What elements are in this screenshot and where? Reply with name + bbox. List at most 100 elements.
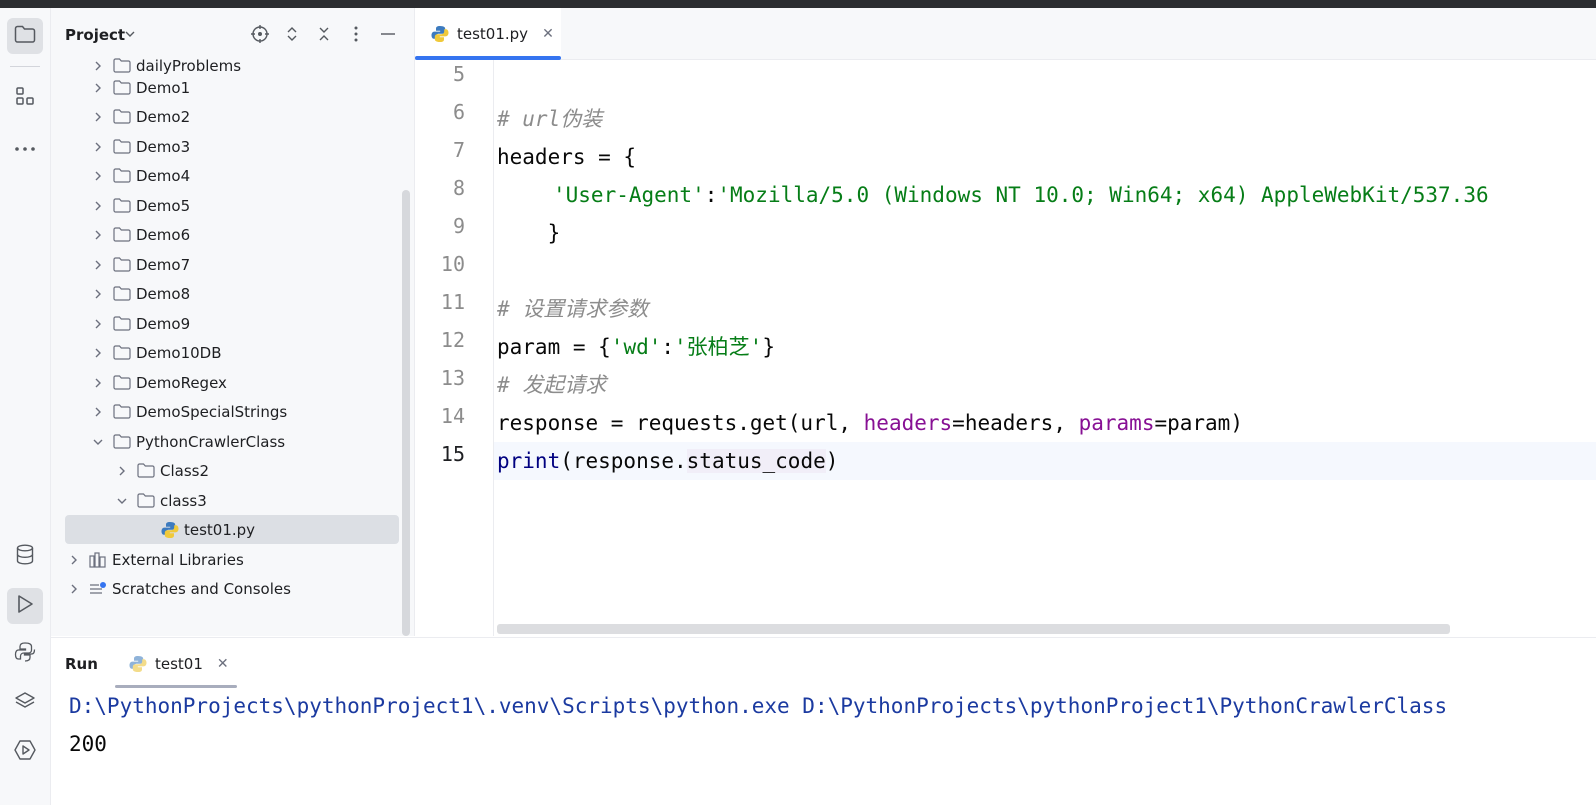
code-text: }	[497, 221, 561, 245]
project-scrollbar[interactable]	[402, 190, 410, 636]
code-line-13: # 发起请求	[497, 366, 606, 404]
tree-item-demo4[interactable]: Demo4	[51, 161, 414, 190]
structure-tool-button[interactable]	[7, 80, 43, 116]
folder-icon	[113, 58, 131, 74]
tree-item-demo6[interactable]: Demo6	[51, 220, 414, 249]
chevron-right-icon[interactable]	[91, 346, 105, 360]
options-icon[interactable]	[346, 24, 366, 44]
line-number: 15	[440, 442, 465, 466]
chevron-down-icon[interactable]	[91, 435, 105, 449]
close-icon[interactable]: ✕	[217, 656, 229, 672]
chevron-down-icon[interactable]	[115, 494, 129, 508]
database-tool-button[interactable]	[7, 539, 43, 575]
tree-item-demospecialstrings[interactable]: DemoSpecialStrings	[51, 397, 414, 426]
chevron-right-icon[interactable]	[67, 582, 81, 596]
run-panel: Run test01 ✕ D:\PythonProjects\pythonPro…	[51, 637, 1596, 806]
code-text: )	[825, 449, 839, 473]
editor-tab-test01-py[interactable]: test01.py ✕	[415, 8, 561, 60]
tree-item-label: External Libraries	[112, 550, 244, 569]
expand-all-icon[interactable]	[282, 24, 302, 44]
chevron-right-icon[interactable]	[91, 81, 105, 95]
chevron-right-icon[interactable]	[91, 110, 105, 124]
line-number: 10	[440, 252, 465, 276]
tree-item-scratches-and-consoles[interactable]: Scratches and Consoles	[51, 574, 414, 603]
chevron-right-icon[interactable]	[91, 376, 105, 390]
scratches-icon	[89, 581, 107, 597]
database-icon	[15, 544, 35, 570]
tree-item-external-libraries[interactable]: External Libraries	[51, 545, 414, 574]
folder-icon	[113, 434, 131, 450]
layers-tool-button[interactable]	[7, 685, 43, 721]
tree-item-demo9[interactable]: Demo9	[51, 309, 414, 338]
tree-item-class2[interactable]: Class2	[51, 456, 414, 485]
tree-item-label: PythonCrawlerClass	[136, 432, 286, 451]
chevron-right-icon[interactable]	[91, 199, 105, 213]
folder-icon	[113, 109, 131, 125]
editor-horizontal-scrollbar[interactable]	[497, 624, 1450, 634]
code-text: response = requests.get(url,	[497, 411, 864, 435]
tree-item-label: DemoRegex	[136, 373, 227, 392]
chevron-right-icon[interactable]	[115, 464, 129, 478]
chevron-right-icon[interactable]	[91, 287, 105, 301]
python-file-icon	[431, 25, 449, 43]
chevron-right-icon[interactable]	[91, 258, 105, 272]
folder-icon	[113, 345, 131, 361]
code-string: 'wd'	[610, 335, 662, 359]
code-comment: # 发起请求	[497, 373, 607, 397]
code-text: param = {	[497, 335, 611, 359]
tree-item-demo3[interactable]: Demo3	[51, 132, 414, 161]
locate-icon[interactable]	[250, 24, 270, 44]
tree-item-class3[interactable]: class3	[51, 486, 414, 515]
chevron-right-icon[interactable]	[91, 59, 105, 73]
tree-item-label: dailyProblems	[136, 56, 242, 75]
tree-item-demo2[interactable]: Demo2	[51, 102, 414, 131]
code-editor[interactable]: # url伪装 headers = { 'User-Agent':'Mozill…	[494, 60, 1596, 636]
run-tab-test01[interactable]: test01 ✕	[115, 638, 237, 689]
more-tools-button[interactable]	[7, 128, 43, 164]
tree-item-pythoncrawlerclass[interactable]: PythonCrawlerClass	[51, 427, 414, 456]
tree-item-label: Demo7	[136, 255, 191, 274]
tree-item-label: Demo5	[136, 196, 191, 215]
folder-icon	[113, 227, 131, 243]
tree-item-test01-py[interactable]: test01.py	[65, 515, 399, 544]
python-file-icon	[161, 521, 179, 538]
chevron-right-icon[interactable]	[91, 140, 105, 154]
code-text: }	[762, 335, 775, 359]
code-string: '张柏芝'	[674, 335, 763, 359]
console-output[interactable]: D:\PythonProjects\pythonProject1\.venv\S…	[69, 690, 1596, 806]
run-panel-title: Run	[65, 655, 98, 673]
line-number: 9	[452, 214, 465, 238]
chevron-right-icon[interactable]	[67, 553, 81, 567]
project-tool-button[interactable]	[7, 18, 43, 54]
code-comment: # url伪装	[497, 107, 603, 131]
tree-item-demo1[interactable]: Demo1	[51, 73, 414, 102]
chevron-right-icon[interactable]	[91, 405, 105, 419]
run-tool-button[interactable]	[7, 588, 43, 624]
console-result-line: 200	[69, 732, 107, 756]
hide-icon[interactable]	[378, 24, 398, 44]
tree-item-demoregex[interactable]: DemoRegex	[51, 368, 414, 397]
collapse-all-icon[interactable]	[314, 24, 334, 44]
more-icon	[14, 137, 36, 156]
chevron-right-icon[interactable]	[91, 169, 105, 183]
line-number: 5	[452, 62, 465, 86]
python-file-icon	[129, 655, 147, 673]
code-line-12: param = {'wd':'张柏芝'}	[497, 328, 775, 366]
editor-tab-label: test01.py	[457, 24, 529, 43]
python-console-icon	[14, 641, 36, 667]
tree-item-demo8[interactable]: Demo8	[51, 279, 414, 308]
chevron-right-icon[interactable]	[91, 317, 105, 331]
project-panel-title[interactable]: Project	[65, 26, 125, 44]
folder-icon	[14, 25, 36, 47]
code-string: 'User-Agent'	[553, 183, 705, 207]
tree-item-demo7[interactable]: Demo7	[51, 250, 414, 279]
code-keyword-arg: params	[1078, 411, 1155, 435]
close-icon[interactable]: ✕	[542, 26, 554, 42]
code-text: :	[704, 183, 718, 207]
chevron-down-icon[interactable]	[123, 26, 137, 45]
services-tool-button[interactable]	[7, 734, 43, 770]
tree-item-demo5[interactable]: Demo5	[51, 191, 414, 220]
chevron-right-icon[interactable]	[91, 228, 105, 242]
tree-item-demo10db[interactable]: Demo10DB	[51, 338, 414, 367]
python-console-button[interactable]	[7, 636, 43, 672]
